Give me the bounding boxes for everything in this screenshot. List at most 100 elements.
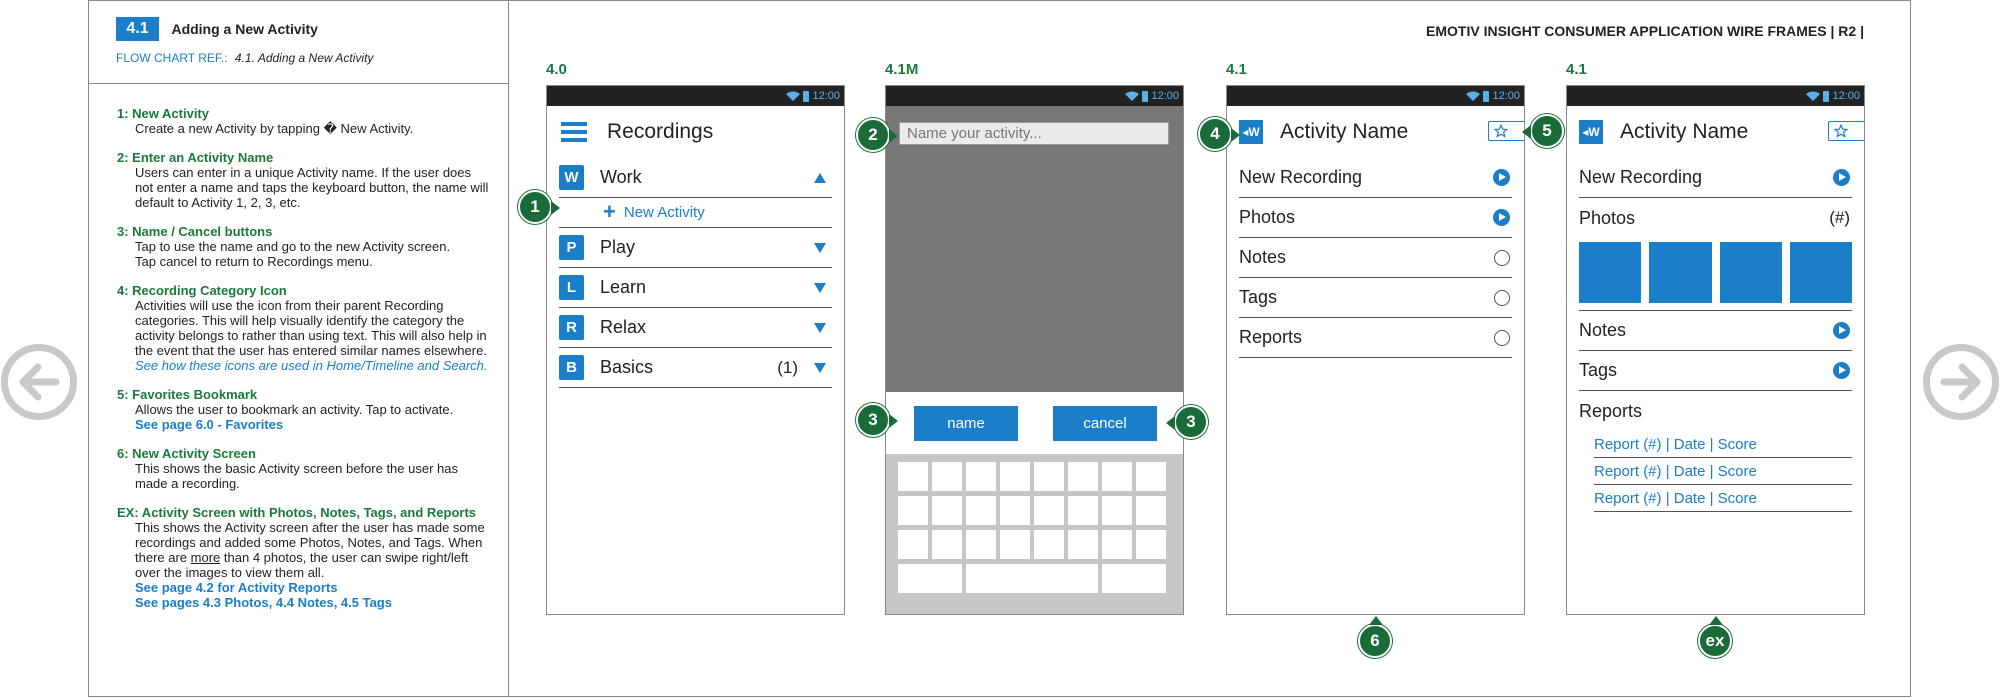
row-label: Tags <box>1239 287 1278 307</box>
play-icon[interactable] <box>1493 209 1510 226</box>
keyboard[interactable] <box>886 454 1183 614</box>
play-icon[interactable] <box>1833 322 1850 339</box>
key[interactable] <box>1068 462 1098 491</box>
activity-name-title: Activity Name <box>1620 120 1749 143</box>
reports-row[interactable]: Reports <box>1239 318 1512 358</box>
key[interactable] <box>1000 496 1030 525</box>
key[interactable] <box>932 496 962 525</box>
collapse-arrow-icon[interactable] <box>814 172 826 183</box>
previous-page-arrow-icon[interactable] <box>1 344 77 420</box>
key[interactable] <box>1034 496 1064 525</box>
wifi-icon <box>1466 91 1481 101</box>
key[interactable] <box>1034 462 1064 491</box>
tags-row[interactable]: Tags <box>1239 278 1512 318</box>
photo-thumbnail[interactable] <box>1789 242 1852 303</box>
report-link[interactable]: Report (#) | Date | Score <box>1594 485 1852 512</box>
key[interactable] <box>1102 564 1166 593</box>
category-row-basics[interactable]: B Basics (1) <box>559 348 832 388</box>
play-icon[interactable] <box>1833 169 1850 186</box>
play-icon[interactable] <box>1493 169 1510 186</box>
key[interactable] <box>1136 462 1166 491</box>
new-recording-row[interactable]: New Recording <box>1579 158 1852 198</box>
photos-row[interactable]: Photos <box>1239 198 1512 238</box>
battery-icon <box>1483 90 1490 102</box>
screen-label-4-0: 4.0 <box>546 61 567 78</box>
play-icon[interactable] <box>1833 362 1850 379</box>
note-link[interactable]: See page 4.2 for Activity Reports <box>117 580 490 595</box>
key[interactable] <box>898 564 962 593</box>
note-3: 3: Name / Cancel buttons Tap to use the … <box>117 224 490 269</box>
category-icon: P <box>559 235 584 260</box>
wifi-icon <box>1125 91 1140 101</box>
keyboard-row <box>898 530 1171 559</box>
next-page-arrow-icon[interactable] <box>1923 344 1999 420</box>
wifi-icon <box>1806 91 1821 101</box>
category-row-learn[interactable]: L Learn <box>559 268 832 308</box>
notes-row[interactable]: Notes <box>1239 238 1512 278</box>
category-row-relax[interactable]: R Relax <box>559 308 832 348</box>
category-label: Basics <box>600 357 654 377</box>
new-activity-button[interactable]: + New Activity <box>559 197 832 228</box>
key[interactable] <box>1000 530 1030 559</box>
category-row-work[interactable]: W Work <box>559 158 832 198</box>
favorite-star-icon[interactable] <box>1488 121 1524 141</box>
note-link[interactable]: See pages 4.3 Photos, 4.4 Notes, 4.5 Tag… <box>117 595 490 610</box>
section-title: Adding a New Activity <box>171 21 318 37</box>
tags-row[interactable]: Tags <box>1579 351 1852 391</box>
category-row-play[interactable]: P Play <box>559 228 832 268</box>
row-label: Photos <box>1239 207 1296 227</box>
note-title: 2: Enter an Activity Name <box>117 150 274 165</box>
note-2: 2: Enter an Activity Name Users can ente… <box>117 150 490 210</box>
status-time: 12:00 <box>1151 90 1179 102</box>
key[interactable] <box>966 530 996 559</box>
key[interactable] <box>966 462 996 491</box>
key[interactable] <box>1068 530 1098 559</box>
activity-name-title: Activity Name <box>1280 120 1409 143</box>
callout-6: 6 <box>1358 616 1392 658</box>
report-link[interactable]: Report (#) | Date | Score <box>1594 431 1852 458</box>
note-6: 6: New Activity Screen This shows the ba… <box>117 446 490 491</box>
cancel-button[interactable]: cancel <box>1053 406 1157 441</box>
photos-row[interactable]: Photos (#) <box>1579 198 1852 238</box>
favorite-star-icon[interactable] <box>1828 121 1864 141</box>
flow-chart-ref: FLOW CHART REF.: 4.1. Adding a New Activ… <box>116 51 508 65</box>
row-label: Notes <box>1239 247 1287 267</box>
phone-screen-new-activity: 12:00 ◂W Activity Name New Recording Pho… <box>1226 85 1525 615</box>
key[interactable] <box>1068 496 1098 525</box>
photo-thumbnail[interactable] <box>1719 242 1782 303</box>
photo-strip[interactable] <box>1579 238 1852 311</box>
keyboard-row <box>898 496 1171 525</box>
photo-thumbnail[interactable] <box>1579 242 1642 303</box>
key[interactable] <box>1102 530 1132 559</box>
key[interactable] <box>1136 530 1166 559</box>
keyboard-row <box>898 564 1171 593</box>
key[interactable] <box>1102 496 1132 525</box>
key[interactable] <box>1102 462 1132 491</box>
expand-arrow-icon[interactable] <box>814 362 826 373</box>
photo-thumbnail[interactable] <box>1649 242 1712 303</box>
key[interactable] <box>898 496 928 525</box>
space-key[interactable] <box>966 564 1098 593</box>
report-link[interactable]: Report (#) | Date | Score <box>1594 458 1852 485</box>
key[interactable] <box>898 530 928 559</box>
name-button[interactable]: name <box>914 406 1018 441</box>
key[interactable] <box>1034 530 1064 559</box>
expand-arrow-icon[interactable] <box>814 322 826 333</box>
note-link[interactable]: See page 6.0 - Favorites <box>117 417 490 432</box>
key[interactable] <box>932 530 962 559</box>
note-link[interactable]: See how these icons are used in Home/Tim… <box>117 358 490 373</box>
menu-icon[interactable] <box>561 122 587 142</box>
notes-row[interactable]: Notes <box>1579 311 1852 351</box>
activity-name-input[interactable] <box>899 122 1169 145</box>
key[interactable] <box>898 462 928 491</box>
expand-arrow-icon[interactable] <box>814 242 826 253</box>
key[interactable] <box>932 462 962 491</box>
key[interactable] <box>1000 462 1030 491</box>
expand-arrow-icon[interactable] <box>814 282 826 293</box>
note-text: Users can enter in a unique Activity nam… <box>135 165 489 210</box>
key[interactable] <box>966 496 996 525</box>
modal-button-bar: name cancel <box>886 392 1183 454</box>
key[interactable] <box>1136 496 1166 525</box>
new-recording-row[interactable]: New Recording <box>1239 158 1512 198</box>
row-label: Reports <box>1579 400 1643 421</box>
